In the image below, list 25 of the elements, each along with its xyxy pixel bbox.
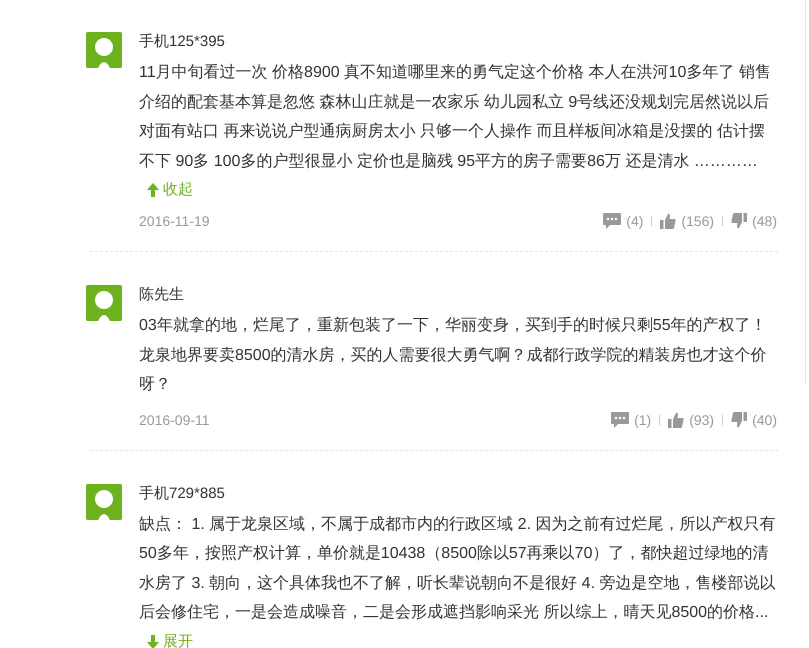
comment-date: 2016-09-11 xyxy=(139,412,210,428)
like-button[interactable]: (93) xyxy=(668,412,714,428)
toggle-link[interactable]: 收起 xyxy=(139,179,193,201)
avatar-icon xyxy=(86,484,122,520)
comment-text: 03年就拿的地，烂尾了，重新包装了一下，华丽变身，买到手的时候只剩55年的产权了！龙泉地界要卖8500的清水房，买的人需要很大勇气啊？成都行政学院的精装房也才这个价呀？ xyxy=(139,316,768,395)
speech-bubble-icon xyxy=(611,412,630,428)
thumbs-down-icon xyxy=(731,213,748,229)
dislike-button[interactable]: (40) xyxy=(731,412,777,428)
thumbs-down-icon xyxy=(731,412,748,428)
reply-button[interactable]: (1) xyxy=(611,412,652,428)
comment-text: 缺点： 1. 属于龙泉区域，不属于成都市内的行政区域 2. 因为之前有过烂尾，所以产权只有50多年，按照产权计算，单价就是10438（8500除以57再乘以70）了，都快超过绿地的清水房了 3. 朝向，这个具体我也不了解，听长辈说朝向不是很好 4. 旁边是空地，售楼部说以后会修住宅，一是会造成噪音，二是会形成遮挡影响采光 所以综上，晴天见8500的价格... xyxy=(139,514,776,623)
comment-text: 11月中旬看过一次 价格8900 真不知道哪里来的勇气定这个价格 本人在洪河10多年了 销售介绍的配套基本算是忽悠 森林山庄就是一农家乐 幼儿园私立 9号线还没规划完居然说以后对面有站口 再来说说户型通病厨房太小 只够一个人操作 而且样板间冰箱是没摆的 估计摆不下 90多 100多的户型很显小 定价也是脑残 95平方的房子需要86万 还是清水 ………… xyxy=(139,62,772,172)
reply-button[interactable]: (4) xyxy=(603,213,644,229)
user-name: 陈先生 xyxy=(139,285,185,305)
avatar-icon xyxy=(86,32,122,68)
speech-bubble-icon xyxy=(603,213,622,229)
user-name: 手机729*885 xyxy=(139,484,226,504)
thumbs-up-icon xyxy=(660,213,676,229)
comment-date: 2016-11-19 xyxy=(139,213,210,229)
toggle-link[interactable]: 展开 xyxy=(139,630,193,648)
avatar-icon xyxy=(86,285,122,321)
dislike-button[interactable]: (48) xyxy=(731,213,777,229)
thumbs-up-icon xyxy=(668,412,684,428)
like-button[interactable]: (156) xyxy=(660,213,714,229)
user-name: 手机125*395 xyxy=(139,32,226,52)
